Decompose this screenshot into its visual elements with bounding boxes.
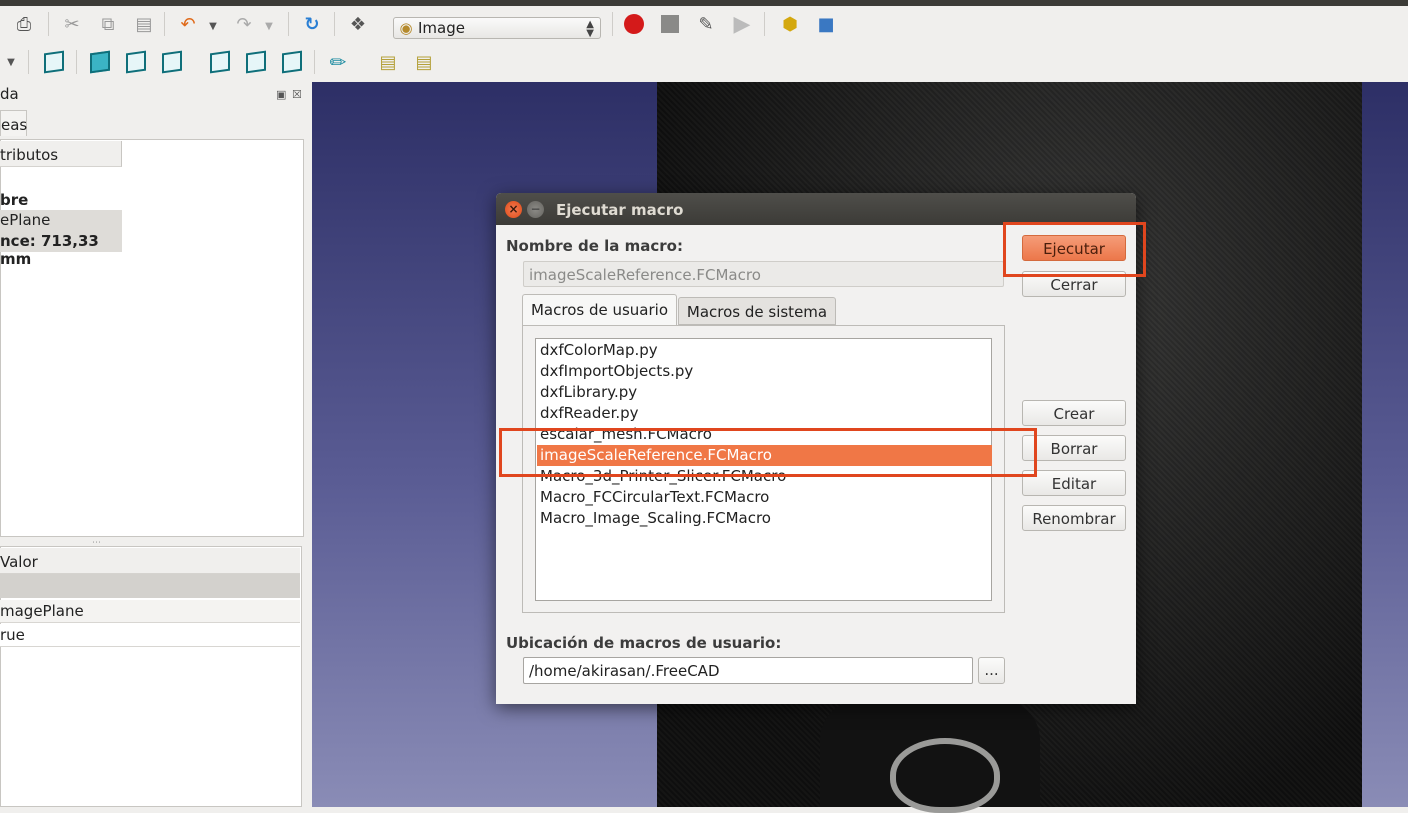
rename-button[interactable]: Renombrar (1022, 505, 1126, 531)
annotation-box-execute (1003, 222, 1146, 277)
property-group-row (0, 574, 300, 598)
toolbar-separator (334, 12, 335, 36)
run-macro-icon[interactable]: ▶ (730, 12, 754, 37)
view-front-icon[interactable] (124, 50, 148, 74)
panel-close-icon[interactable]: ☒ (292, 88, 302, 101)
browse-button[interactable]: ... (978, 657, 1005, 684)
workbench-selector-value: Image (418, 19, 465, 37)
property-row[interactable]: magePlane (0, 600, 300, 623)
paste-icon[interactable]: ▤ (132, 12, 156, 36)
tree-item[interactable]: nce: 713,33 mm (0, 232, 122, 268)
close-icon[interactable]: × (505, 201, 522, 218)
list-item[interactable]: Macro_Image_Scaling.FCMacro (537, 508, 992, 529)
toolbar-separator (164, 12, 165, 36)
panel-float-icon[interactable]: ▣ (276, 88, 286, 101)
refresh-icon[interactable]: ↻ (300, 12, 324, 36)
copy-icon[interactable]: ⧉ (96, 12, 120, 36)
view-bottom-icon[interactable] (280, 50, 304, 74)
image-open-icon[interactable]: ▤ (376, 50, 400, 74)
minimize-icon[interactable]: − (527, 201, 544, 218)
create-button[interactable]: Crear (1022, 400, 1126, 426)
cut-icon[interactable]: ✂ (60, 12, 84, 36)
list-item[interactable]: dxfReader.py (537, 403, 992, 424)
car-logo-emblem (890, 738, 1000, 813)
list-item[interactable]: Macro_FCCircularText.FCMacro (537, 487, 992, 508)
toolbar-separator (28, 50, 29, 74)
view-toolbar: ▼ ✏ ▤ ▤ (0, 42, 1408, 82)
image-workbench-icon: ◉ (399, 19, 413, 37)
toolbar-separator (48, 12, 49, 36)
dialog-title: Ejecutar macro (556, 201, 684, 219)
model-tree[interactable] (0, 139, 304, 537)
list-item[interactable]: dxfImportObjects.py (537, 361, 992, 382)
main-toolbar: ⎙ ✂ ⧉ ▤ ↶ ▼ ↷ ▼ ↻ ❖ ◉ Image ▲ ▼ ✎ ▶ ⬢ ■ (0, 6, 1408, 42)
toolbar-separator (288, 12, 289, 36)
measure-icon[interactable]: ✏ (326, 50, 350, 74)
tree-column-header[interactable]: tributos (0, 141, 122, 167)
redo-icon[interactable]: ↷ (232, 12, 256, 36)
redo-dropdown-icon[interactable]: ▼ (262, 14, 276, 38)
macro-location-label: Ubicación de macros de usuario: (506, 634, 782, 652)
macro-name-field[interactable]: imageScaleReference.FCMacro (523, 261, 1004, 287)
edit-macro-icon[interactable]: ✎ (694, 12, 718, 36)
workbench-selector[interactable]: ◉ Image ▲ ▼ (393, 17, 601, 39)
folder-icon[interactable]: ■ (814, 12, 838, 36)
print-icon[interactable]: ⎙ (12, 12, 36, 36)
toolbar-separator (314, 50, 315, 74)
whats-this-icon[interactable]: ❖ (346, 12, 370, 36)
list-item[interactable]: dxfLibrary.py (537, 382, 992, 403)
tree-item[interactable]: bre (0, 191, 28, 209)
panel-title: da (0, 85, 19, 103)
undo-icon[interactable]: ↶ (176, 12, 200, 36)
toolbar-separator (612, 12, 613, 36)
property-value-header[interactable]: Valor (0, 548, 300, 574)
view-rear-icon[interactable] (244, 50, 268, 74)
stop-macro-icon[interactable] (658, 12, 682, 36)
edit-button[interactable]: Editar (1022, 470, 1126, 496)
property-row[interactable]: rue (0, 624, 300, 647)
view-isometric-icon[interactable] (88, 50, 112, 74)
view-fit-all-icon[interactable] (42, 50, 66, 74)
tab-tasks[interactable]: eas (0, 110, 27, 136)
record-macro-icon[interactable] (622, 12, 646, 36)
tree-item[interactable]: ePlane (0, 210, 122, 232)
part-icon[interactable]: ⬢ (778, 12, 802, 36)
toolbar-separator (76, 50, 77, 74)
image-plane-icon[interactable]: ▤ (412, 50, 436, 74)
undo-dropdown-icon[interactable]: ▼ (206, 14, 220, 38)
macro-location-field[interactable]: /home/akirasan/.FreeCAD (523, 657, 973, 684)
macro-name-label: Nombre de la macro: (506, 237, 683, 255)
delete-button[interactable]: Borrar (1022, 435, 1126, 461)
toolbar-separator (764, 12, 765, 36)
view-top-icon[interactable] (160, 50, 184, 74)
view-right-icon[interactable] (208, 50, 232, 74)
dropdown-icon[interactable]: ▼ (4, 50, 18, 74)
tab-system-macros[interactable]: Macros de sistema (678, 297, 836, 325)
spin-arrows-icon: ▲ ▼ (586, 19, 594, 39)
tab-user-macros[interactable]: Macros de usuario (522, 294, 677, 325)
list-item[interactable]: dxfColorMap.py (537, 340, 992, 361)
annotation-box-selected-macro (499, 428, 1037, 477)
